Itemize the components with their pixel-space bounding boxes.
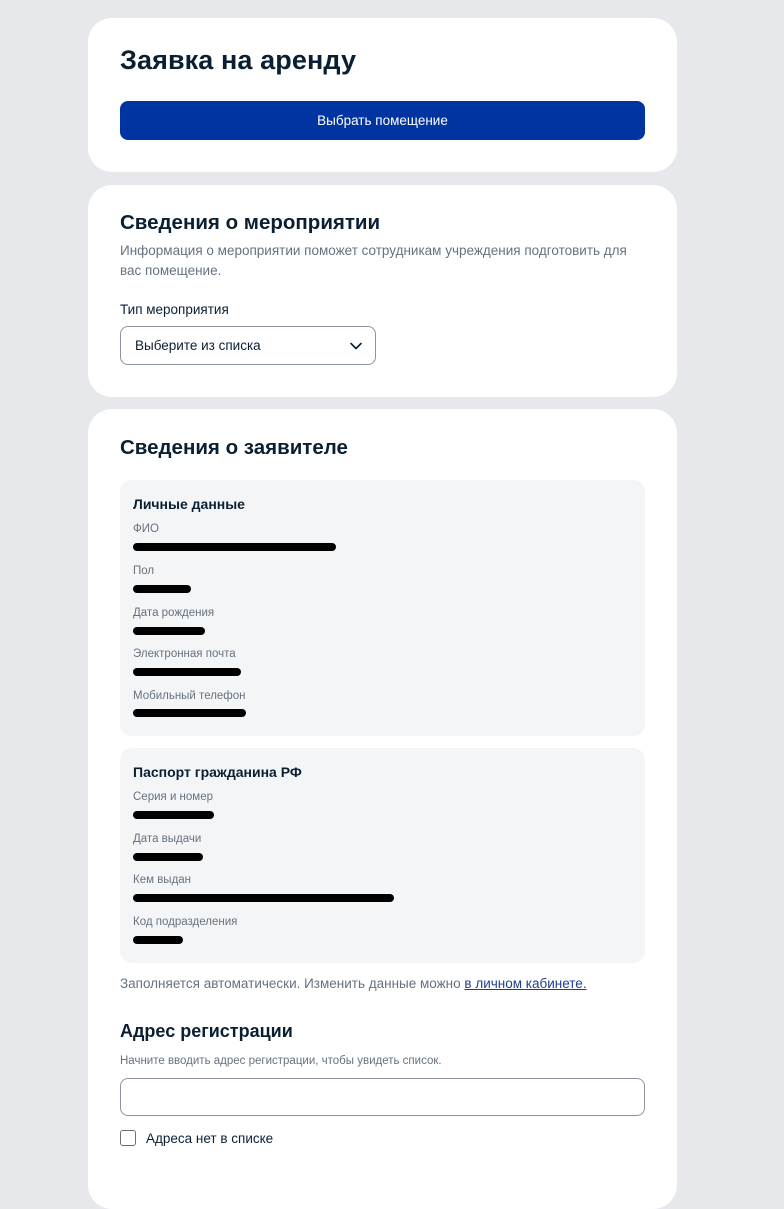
event-section-title: Сведения о мероприятии [120,211,381,234]
rent-request-card: Заявка на аренду Выбрать помещение [88,18,677,172]
chevron-down-icon [350,342,362,349]
passport-panel: Паспорт гражданина РФ Серия и номер Дата… [120,748,645,963]
email-value-redacted [133,668,241,676]
division-code-label: Код подразделения [133,916,238,928]
personal-data-panel: Личные данные ФИО Пол Дата рождения Элек… [120,480,645,736]
email-label: Электронная почта [133,648,236,660]
division-code-value-redacted [133,936,183,944]
passport-number-value-redacted [133,811,214,819]
auto-fill-note-text: Заполняется автоматически. Изменить данн… [120,976,465,991]
address-hint: Начните вводить адрес регистрации, чтобы… [120,1055,442,1067]
event-type-select-value: Выберите из списка [135,338,261,353]
fio-label: ФИО [133,523,159,535]
event-description: Информация о мероприятии поможет сотрудн… [120,243,627,278]
address-input[interactable] [120,1078,645,1116]
event-type-select[interactable]: Выберите из списка [120,326,376,365]
event-type-label: Тип мероприятия [120,302,229,317]
auto-fill-note: Заполняется автоматически. Изменить данн… [120,976,587,991]
passport-number-label: Серия и номер [133,791,214,803]
gender-value-redacted [133,585,191,593]
page-title: Заявка на аренду [120,45,357,75]
no-address-checkbox-label: Адреса нет в списке [146,1130,274,1146]
address-section-title: Адрес регистрации [120,1021,293,1041]
no-address-checkbox[interactable] [120,1130,136,1146]
issued-by-label: Кем выдан [133,874,192,886]
gender-label: Пол [133,565,155,577]
issue-date-value-redacted [133,853,203,861]
event-info-card: Сведения о мероприятии Информация о меро… [88,185,677,397]
no-address-checkbox-row[interactable]: Адреса нет в списке [120,1130,273,1146]
issue-date-label: Дата выдачи [133,833,202,845]
select-room-button[interactable]: Выбрать помещение [120,101,645,140]
personal-data-title: Личные данные [133,496,245,512]
passport-title: Паспорт гражданина РФ [133,764,302,780]
birth-date-value-redacted [133,627,205,635]
mobile-phone-label: Мобильный телефон [133,690,246,702]
mobile-phone-value-redacted [133,709,246,717]
applicant-info-card: Сведения о заявителе Личные данные ФИО П… [88,409,677,1209]
fio-value-redacted [133,543,336,551]
issued-by-value-redacted [133,894,394,902]
birth-date-label: Дата рождения [133,607,215,619]
personal-account-link[interactable]: в личном кабинете. [464,976,586,991]
applicant-section-title: Сведения о заявителе [120,436,348,459]
